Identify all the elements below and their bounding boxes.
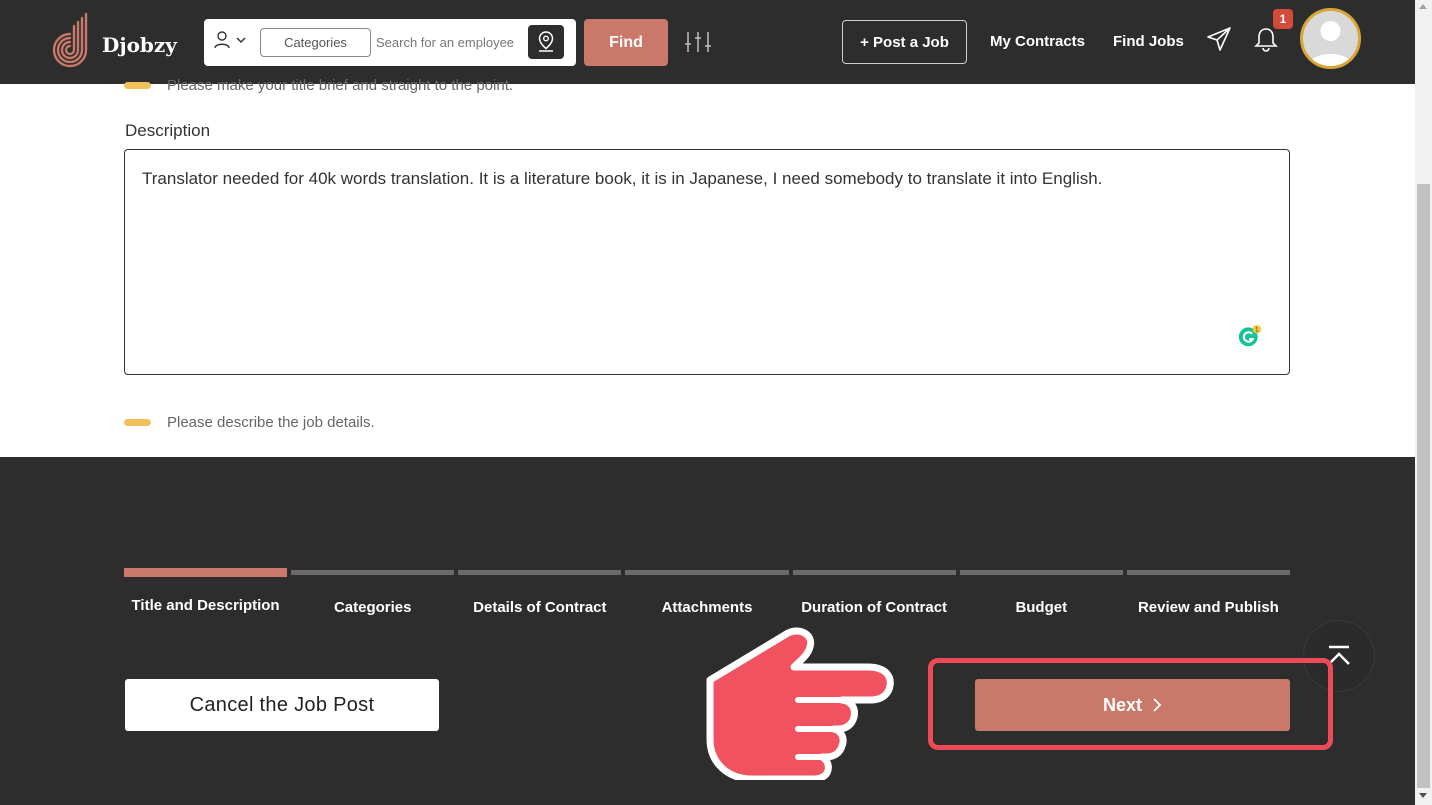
notification-badge: 1 <box>1273 9 1293 29</box>
step-progress-bar <box>959 570 1123 575</box>
grammarly-icon[interactable]: 1 <box>1238 324 1262 348</box>
step-details-of-contract[interactable]: Details of Contract <box>458 570 622 616</box>
categories-select[interactable]: Categories <box>260 28 371 57</box>
step-label: Attachments <box>661 599 753 616</box>
user-type-dropdown[interactable] <box>214 31 246 49</box>
step-categories[interactable]: Categories <box>291 570 455 616</box>
step-title-and-description[interactable]: Title and Description <box>124 568 288 616</box>
hint-marker <box>124 419 151 426</box>
description-textarea[interactable]: Translator needed for 40k words translat… <box>124 149 1290 375</box>
user-icon <box>214 31 230 49</box>
page: Djobzy Categories Search for an employee… <box>0 0 1432 805</box>
search-input[interactable] <box>376 28 528 57</box>
step-label: Categories <box>333 599 412 616</box>
description-hint-text: Please describe the job details. <box>167 414 375 431</box>
cancel-job-post-button[interactable]: Cancel the Job Post <box>125 679 439 731</box>
step-attachments[interactable]: Attachments <box>625 570 789 616</box>
logo-text: Djobzy <box>102 33 177 57</box>
title-hint: Please make your title brief and straigh… <box>124 78 513 94</box>
logo[interactable]: Djobzy <box>52 10 177 70</box>
step-progress-bar <box>458 570 622 575</box>
default-avatar-icon <box>1309 21 1352 66</box>
title-hint-text: Please make your title brief and straigh… <box>167 78 514 94</box>
description-hint: Please describe the job details. <box>124 414 375 431</box>
step-progress-bar <box>625 570 789 575</box>
djobzy-logo-icon <box>52 12 88 68</box>
step-budget[interactable]: Budget <box>959 570 1123 616</box>
post-job-button[interactable]: + Post a Job <box>842 20 967 64</box>
location-pin-icon <box>538 31 554 52</box>
notification-bell-icon[interactable] <box>1254 26 1278 52</box>
find-jobs-link[interactable]: Find Jobs <box>1113 33 1184 50</box>
next-button-highlight <box>928 658 1333 750</box>
progress-steps: Title and Description Categories Details… <box>124 568 1290 616</box>
step-duration-of-contract[interactable]: Duration of Contract <box>792 570 956 616</box>
step-label: Review and Publish <box>1137 599 1279 616</box>
step-progress-bar <box>792 570 956 575</box>
description-label: Description <box>125 121 211 140</box>
my-contracts-link[interactable]: My Contracts <box>990 33 1085 50</box>
location-button[interactable] <box>528 25 564 59</box>
top-navbar: Djobzy Categories Search for an employee… <box>0 0 1415 84</box>
search-box: Categories <box>204 19 576 66</box>
chevron-down-icon <box>236 37 246 44</box>
scroll-down-arrow-icon[interactable] <box>1419 793 1427 798</box>
step-label: Title and Description <box>131 597 280 614</box>
step-label: Budget <box>1015 599 1068 616</box>
find-button[interactable]: Find <box>584 19 668 66</box>
vertical-scrollbar[interactable] <box>1415 0 1432 805</box>
step-progress-bar <box>124 568 288 577</box>
hint-marker <box>124 82 151 89</box>
step-progress-bar <box>1126 570 1290 575</box>
step-progress-bar <box>291 570 455 575</box>
step-label: Duration of Contract <box>801 599 948 616</box>
scrollbar-thumb[interactable] <box>1417 184 1430 788</box>
step-label: Details of Contract <box>473 599 607 616</box>
avatar[interactable] <box>1300 8 1361 69</box>
filter-sliders-icon[interactable] <box>684 30 712 54</box>
send-message-icon[interactable] <box>1206 26 1232 52</box>
step-review-and-publish[interactable]: Review and Publish <box>1126 570 1290 616</box>
pointing-hand-icon <box>706 627 894 780</box>
scroll-up-arrow-icon[interactable] <box>1419 4 1427 9</box>
